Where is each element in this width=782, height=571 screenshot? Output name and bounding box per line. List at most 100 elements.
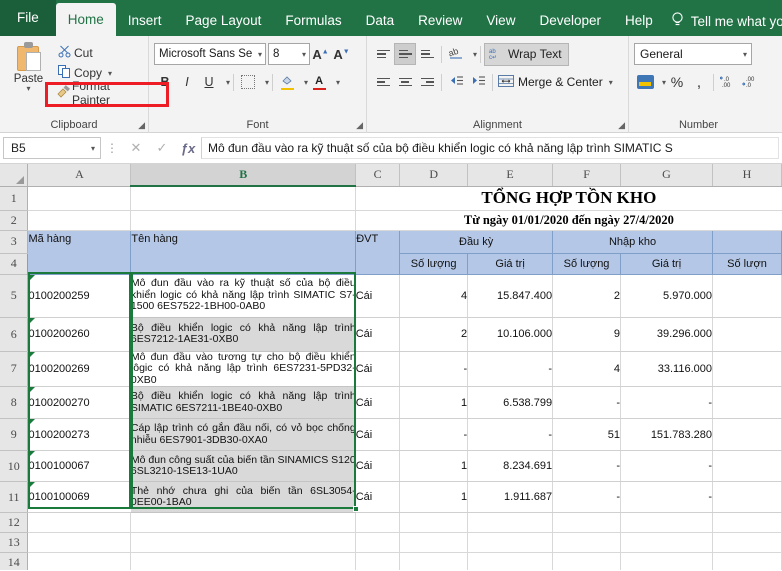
chevron-down-icon[interactable]: ▾ xyxy=(302,50,309,59)
cell-open-qty-6[interactable]: 2 xyxy=(400,317,468,351)
cell-h13[interactable] xyxy=(712,533,781,553)
cell-out-qty-8[interactable] xyxy=(712,387,781,419)
bold-button[interactable]: B xyxy=(154,71,176,93)
italic-button[interactable]: I xyxy=(176,71,198,93)
cell-name-5[interactable]: Mô đun đầu vào ra kỹ thuật số của bộ điề… xyxy=(131,274,356,317)
chevron-down-icon[interactable]: ▾ xyxy=(609,78,613,87)
tab-formulas[interactable]: Formulas xyxy=(273,6,353,36)
cell-in-value-6[interactable]: 39.296.000 xyxy=(621,317,713,351)
cell-out-qty-6[interactable] xyxy=(712,317,781,351)
percent-format-button[interactable]: % xyxy=(666,71,688,93)
cell-name-6[interactable]: Bộ điều khiển logic có khả năng lập trìn… xyxy=(131,317,356,351)
cell-open-qty-7[interactable]: - xyxy=(400,351,468,387)
cell-open-value-11[interactable]: 1.911.687 xyxy=(468,482,553,513)
borders-button[interactable] xyxy=(237,71,259,93)
cell-name-11[interactable]: Thẻ nhớ chưa ghi của biến tần 6SL3054-0E… xyxy=(131,482,356,513)
chevron-down-icon[interactable]: ▾ xyxy=(91,144,100,153)
font-size-input[interactable]: 8 ▾ xyxy=(268,43,310,65)
cell-open-qty-11[interactable]: 1 xyxy=(400,482,468,513)
cell-unit-6[interactable]: Cái xyxy=(356,317,400,351)
cut-button[interactable]: Cut xyxy=(52,43,143,63)
cell-open-qty-8[interactable]: 1 xyxy=(400,387,468,419)
format-painter-button[interactable]: Format Painter xyxy=(52,83,143,103)
cell-e12[interactable] xyxy=(468,513,553,533)
row-header-14[interactable]: 14 xyxy=(0,553,28,571)
chevron-down-icon[interactable]: ▾ xyxy=(108,69,112,78)
header-cell-open-value[interactable]: Giá trị xyxy=(468,253,553,274)
tab-home[interactable]: Home xyxy=(56,3,116,36)
cell-open-qty-5[interactable]: 4 xyxy=(400,274,468,317)
chevron-down-icon[interactable]: ▾ xyxy=(258,50,265,59)
cell-unit-7[interactable]: Cái xyxy=(356,351,400,387)
alignment-dialog-launcher[interactable]: ◢ xyxy=(618,120,625,131)
cell-g13[interactable] xyxy=(621,533,713,553)
cell-subtitle[interactable]: Từ ngày 01/01/2020 đến ngày 27/4/2020 xyxy=(356,210,782,230)
row-header-3[interactable]: 3 xyxy=(0,230,28,253)
cell-unit-5[interactable]: Cái xyxy=(356,274,400,317)
cell-c12[interactable] xyxy=(356,513,400,533)
underline-button[interactable]: U xyxy=(198,71,220,93)
cell-in-qty-11[interactable]: - xyxy=(553,482,621,513)
cell-in-qty-8[interactable]: - xyxy=(553,387,621,419)
header-cell-group-in[interactable]: Nhập kho xyxy=(553,230,713,253)
cell-in-value-10[interactable]: - xyxy=(621,451,713,482)
row-header-5[interactable]: 5 xyxy=(0,274,28,317)
tab-insert[interactable]: Insert xyxy=(116,6,174,36)
cell-name-8[interactable]: Bộ điều khiển logic có khả năng lập trìn… xyxy=(131,387,356,419)
tab-developer[interactable]: Developer xyxy=(527,6,613,36)
cell-e13[interactable] xyxy=(468,533,553,553)
cell-unit-11[interactable]: Cái xyxy=(356,482,400,513)
cell-h14[interactable] xyxy=(712,553,781,571)
accounting-format-button[interactable] xyxy=(634,71,656,93)
cell-open-qty-9[interactable]: - xyxy=(400,419,468,451)
row-header-4[interactable]: 4 xyxy=(0,253,28,274)
column-header-a[interactable]: A xyxy=(28,164,131,186)
cell-d14[interactable] xyxy=(400,553,468,571)
cell-out-qty-11[interactable] xyxy=(712,482,781,513)
cell-code-8[interactable]: 0100200270 xyxy=(28,387,131,419)
cell-code-11[interactable]: 0100100069 xyxy=(28,482,131,513)
column-header-h[interactable]: H xyxy=(712,164,781,186)
column-header-b[interactable]: B xyxy=(131,164,356,186)
fx-icon[interactable]: ƒx xyxy=(175,141,201,156)
cell-f12[interactable] xyxy=(553,513,621,533)
row-header-1[interactable]: 1 xyxy=(0,186,28,210)
align-right-button[interactable] xyxy=(416,71,438,93)
increase-indent-button[interactable] xyxy=(467,71,489,93)
cell-code-6[interactable]: 0100200260 xyxy=(28,317,131,351)
cell-c13[interactable] xyxy=(356,533,400,553)
cell-out-qty-7[interactable] xyxy=(712,351,781,387)
align-left-button[interactable] xyxy=(372,71,394,93)
chevron-down-icon[interactable]: ▾ xyxy=(265,78,269,87)
cell-in-qty-9[interactable]: 51 xyxy=(553,419,621,451)
cell-d13[interactable] xyxy=(400,533,468,553)
select-all-corner[interactable] xyxy=(0,164,28,186)
cell-in-qty-5[interactable]: 2 xyxy=(553,274,621,317)
align-top-button[interactable] xyxy=(372,43,394,65)
header-cell-in-value[interactable]: Giá trị xyxy=(621,253,713,274)
fill-color-button[interactable] xyxy=(276,71,298,93)
cell-a2[interactable] xyxy=(28,210,131,230)
cell-a12[interactable] xyxy=(28,513,131,533)
row-header-11[interactable]: 11 xyxy=(0,482,28,513)
header-cell-unit[interactable]: ĐVT xyxy=(356,230,400,274)
row-header-8[interactable]: 8 xyxy=(0,387,28,419)
cell-in-value-9[interactable]: 151.783.280 xyxy=(621,419,713,451)
column-header-g[interactable]: G xyxy=(621,164,713,186)
tab-data[interactable]: Data xyxy=(354,6,407,36)
cell-in-value-5[interactable]: 5.970.000 xyxy=(621,274,713,317)
cell-in-value-7[interactable]: 33.116.000 xyxy=(621,351,713,387)
increase-decimal-button[interactable]: .0.00 xyxy=(717,71,739,93)
cell-unit-9[interactable]: Cái xyxy=(356,419,400,451)
align-middle-button[interactable] xyxy=(394,43,416,65)
font-name-input[interactable]: Microsoft Sans Se ▾ xyxy=(154,43,266,65)
cell-code-7[interactable]: 0100200269 xyxy=(28,351,131,387)
chevron-down-icon[interactable]: ▾ xyxy=(26,84,30,93)
cell-open-qty-10[interactable]: 1 xyxy=(400,451,468,482)
cell-code-10[interactable]: 0100100067 xyxy=(28,451,131,482)
cell-in-qty-7[interactable]: 4 xyxy=(553,351,621,387)
tab-review[interactable]: Review xyxy=(406,6,474,36)
cell-in-value-8[interactable]: - xyxy=(621,387,713,419)
clipboard-dialog-launcher[interactable]: ◢ xyxy=(138,120,145,131)
column-header-c[interactable]: C xyxy=(356,164,400,186)
